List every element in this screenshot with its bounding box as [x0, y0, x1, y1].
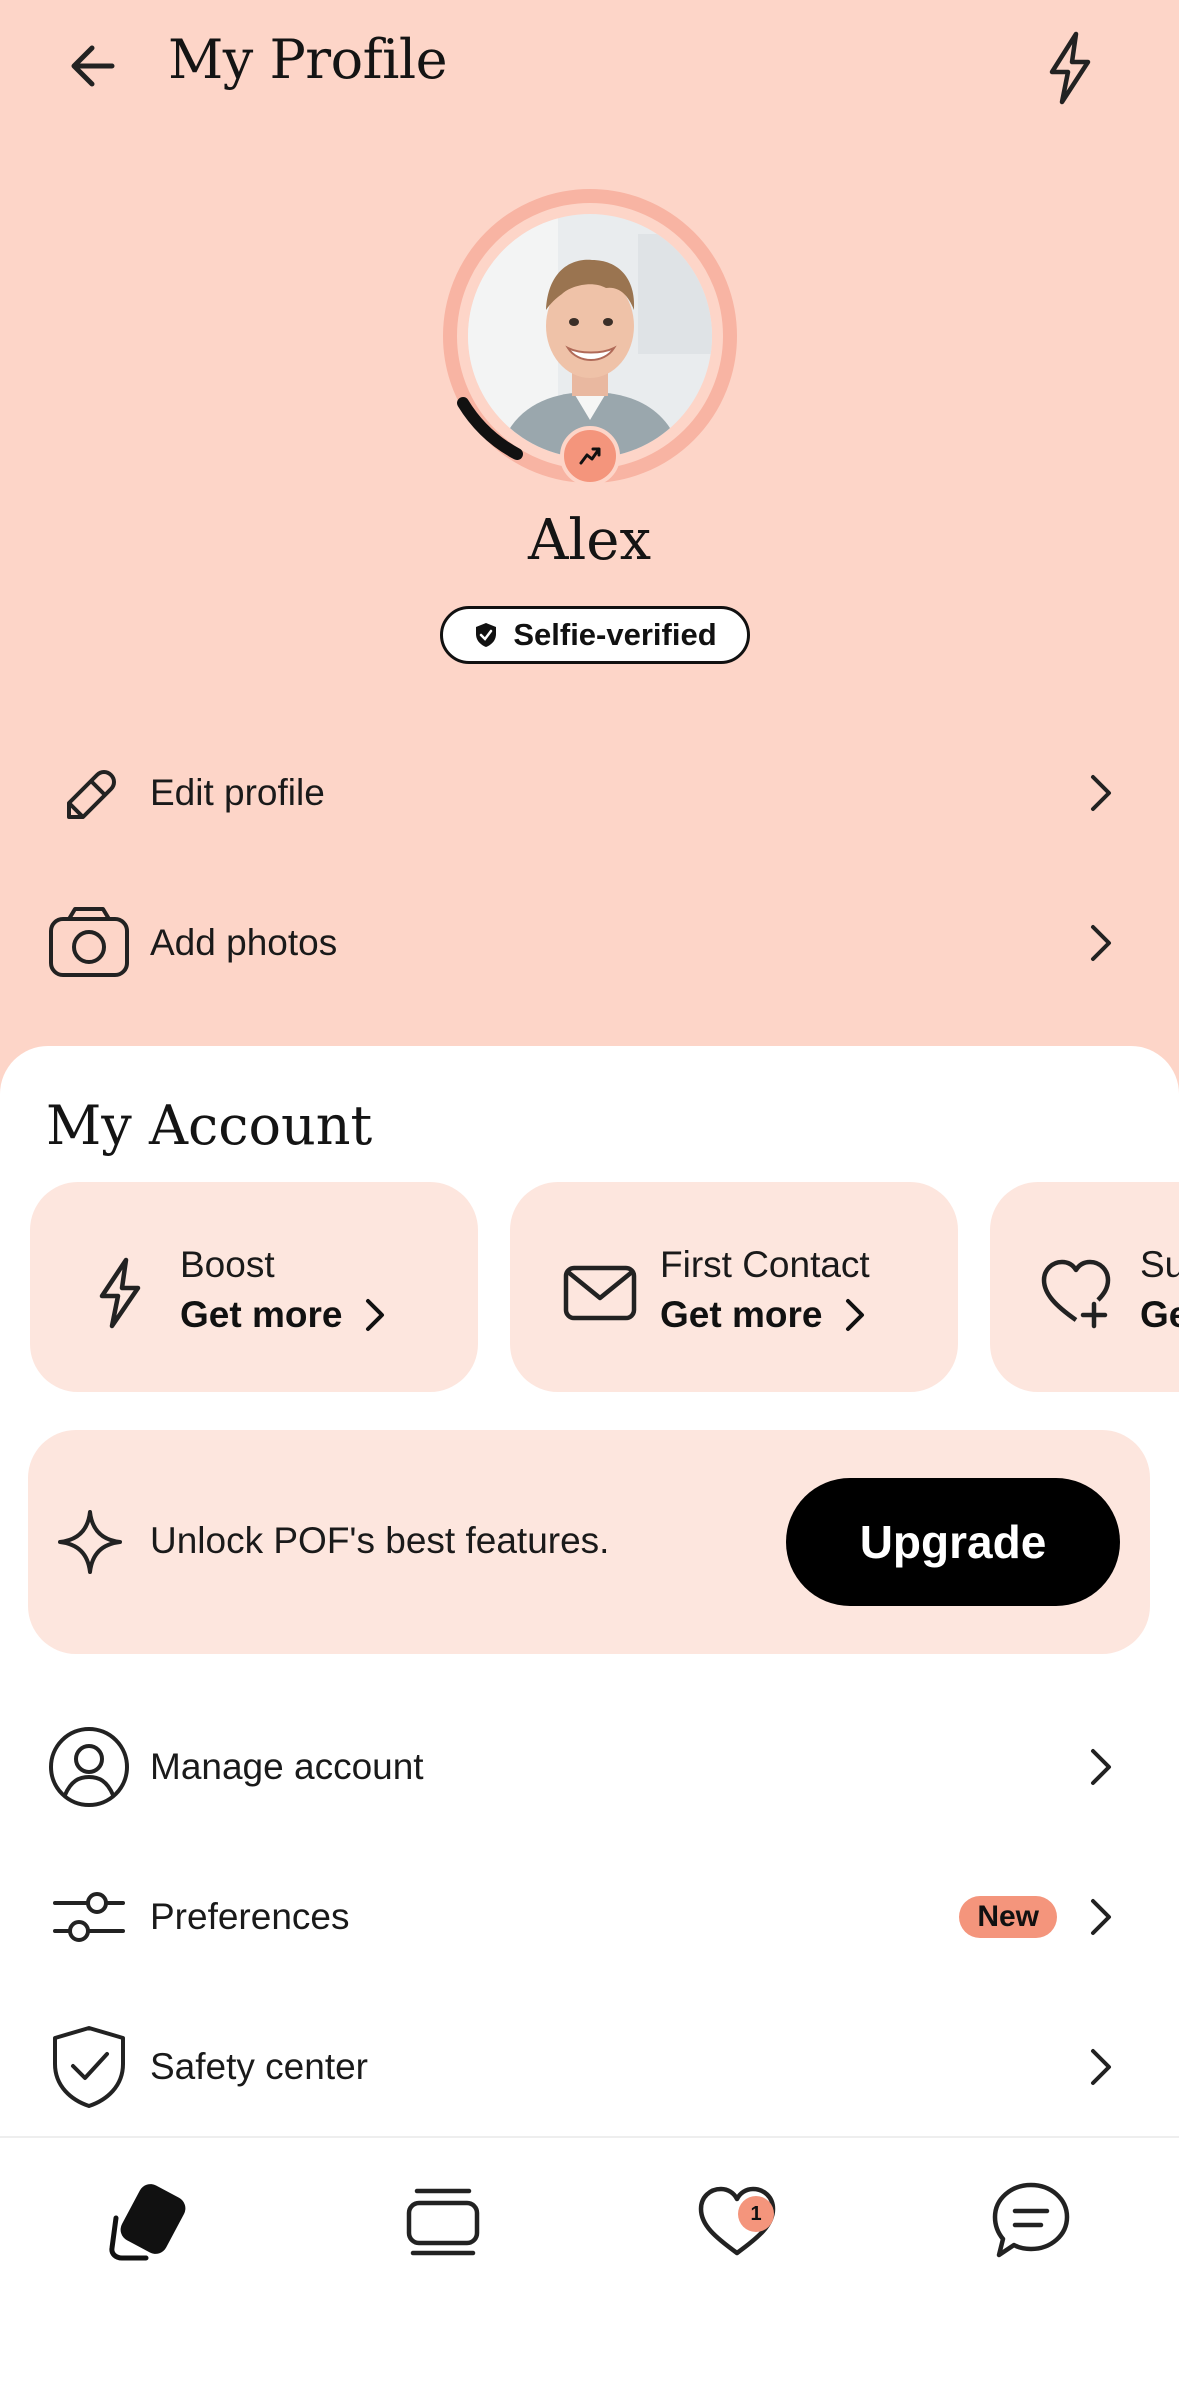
chevron-right-icon: [1091, 925, 1111, 961]
pencil-icon: [44, 748, 134, 838]
manage-account-row[interactable]: Manage account: [0, 1702, 1179, 1832]
bolt-icon: [99, 1257, 141, 1329]
first-contact-card[interactable]: First Contact Get more: [510, 1182, 958, 1392]
upgrade-promo: Unlock POF's best features. Upgrade: [28, 1430, 1150, 1654]
chevron-right-icon: [366, 1299, 385, 1331]
sliders-icon: [44, 1872, 134, 1962]
cards-icon: [109, 2184, 186, 2261]
chat-icon: [992, 2182, 1070, 2258]
boost-get-more[interactable]: Get more: [180, 1294, 386, 1336]
preferences-row[interactable]: Preferences New: [0, 1852, 1179, 1982]
profile-name: Alex: [527, 508, 652, 573]
stack-icon: [406, 2188, 480, 2256]
chevron-right-icon: [846, 1299, 865, 1331]
profile-progress-badge: [560, 426, 620, 486]
verified-label: Selfie-verified: [513, 617, 717, 652]
edit-profile-label: Edit profile: [150, 772, 325, 813]
sparkle-icon: [58, 1510, 122, 1574]
add-photos-row[interactable]: Add photos: [0, 878, 1179, 1008]
tab-messages[interactable]: [976, 2166, 1086, 2276]
first-contact-get-more[interactable]: Get more: [660, 1294, 866, 1336]
tab-likes[interactable]: 1: [682, 2166, 792, 2276]
super-like-card-title: Su: [1140, 1244, 1179, 1285]
heart-plus-icon: [1041, 1259, 1111, 1329]
boost-card-title: Boost: [180, 1244, 275, 1285]
app-header: My Profile: [0, 0, 1179, 140]
chevron-right-icon: [1091, 775, 1111, 811]
promo-text: Unlock POF's best features.: [150, 1520, 610, 1561]
safety-center-label: Safety center: [150, 2046, 369, 2087]
edit-profile-row[interactable]: Edit profile: [0, 728, 1179, 858]
envelope-icon: [563, 1265, 637, 1321]
account-section-title: My Account: [46, 1094, 373, 1157]
boost-card[interactable]: Boost Get more: [30, 1182, 478, 1392]
chevron-right-icon: [1091, 1899, 1111, 1935]
shield-check-small-icon: [476, 623, 497, 647]
super-like-card[interactable]: Su Ge: [990, 1182, 1179, 1392]
new-badge: New: [959, 1896, 1057, 1938]
user-circle-icon: [44, 1722, 134, 1812]
add-photos-label: Add photos: [150, 922, 338, 963]
super-like-get-more-label: Ge: [1140, 1294, 1179, 1335]
first-contact-get-more-label: Get more: [660, 1294, 823, 1335]
upgrade-button[interactable]: Upgrade: [786, 1478, 1120, 1606]
tab-feed[interactable]: [388, 2166, 498, 2276]
avatar[interactable]: [438, 184, 742, 488]
trend-icon: [579, 447, 601, 465]
preferences-label: Preferences: [150, 1896, 350, 1937]
camera-icon: [44, 898, 134, 988]
boost-button[interactable]: [1034, 28, 1106, 108]
safety-center-row[interactable]: Safety center: [0, 2002, 1179, 2132]
page-title: My Profile: [168, 28, 448, 91]
first-contact-card-title: First Contact: [660, 1244, 870, 1285]
selfie-verified-badge[interactable]: Selfie-verified: [440, 606, 750, 664]
profile-photo: [468, 214, 712, 458]
shield-check-icon: [44, 2022, 134, 2112]
super-like-get-more[interactable]: Ge: [1140, 1294, 1179, 1336]
chevron-right-icon: [1091, 1749, 1111, 1785]
bolt-icon: [1049, 31, 1091, 105]
boost-get-more-label: Get more: [180, 1294, 343, 1335]
manage-account-label: Manage account: [150, 1746, 424, 1787]
chevron-right-icon: [1091, 2049, 1111, 2085]
arrow-left-icon: [71, 45, 115, 87]
back-button[interactable]: [62, 30, 134, 102]
tab-discover[interactable]: [88, 2166, 198, 2276]
likes-count-badge: 1: [738, 2196, 774, 2232]
